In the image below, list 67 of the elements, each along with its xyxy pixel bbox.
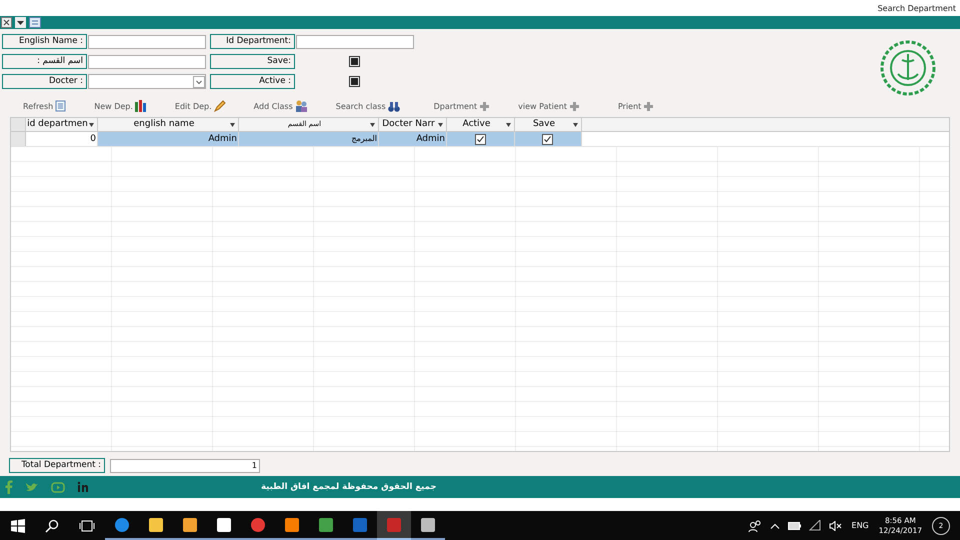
column-header[interactable]: Docter Narr bbox=[379, 118, 447, 131]
toolbar-button[interactable]: Dpartment bbox=[432, 100, 492, 112]
app-icon bbox=[250, 516, 266, 532]
table-cell: Admin bbox=[379, 132, 447, 146]
linkedin-icon[interactable] bbox=[77, 481, 89, 493]
logo-drawing bbox=[880, 40, 936, 96]
field-label: English Name : bbox=[2, 34, 87, 49]
toolbar-button[interactable]: Refresh bbox=[21, 100, 68, 112]
field-label: Save: bbox=[210, 54, 295, 69]
total-field[interactable]: 1 bbox=[110, 458, 260, 472]
task-view-icon[interactable] bbox=[79, 518, 95, 532]
wifi-icon[interactable] bbox=[808, 520, 821, 531]
toolbar-button[interactable]: Add Class bbox=[252, 100, 310, 112]
language-indicator[interactable]: ENG bbox=[852, 521, 869, 530]
column-header[interactable]: english name bbox=[98, 118, 239, 131]
text-field[interactable] bbox=[88, 34, 206, 48]
field-label: Docter : bbox=[2, 74, 87, 89]
app-icon bbox=[182, 516, 198, 532]
field-label: Active : bbox=[210, 74, 295, 89]
app-icon bbox=[216, 516, 232, 532]
windows-icon[interactable] bbox=[11, 518, 25, 532]
checkbox[interactable] bbox=[542, 134, 553, 144]
table-cell: Admin bbox=[98, 132, 239, 146]
checkbox[interactable] bbox=[348, 76, 360, 87]
dropdown-arrow-icon[interactable] bbox=[573, 123, 578, 127]
copyright-text: جميع الحقوق محفوظة لمجمع افاق الطبية bbox=[261, 482, 436, 492]
toolbar-button[interactable]: New Dep. bbox=[92, 100, 149, 112]
toolbar-button[interactable]: Prient bbox=[616, 100, 656, 112]
dropdown-arrow-icon[interactable] bbox=[506, 123, 511, 127]
caret-icon[interactable] bbox=[193, 76, 205, 88]
people-icon bbox=[294, 100, 308, 112]
column-header[interactable]: id departmen bbox=[26, 118, 98, 131]
close-icon[interactable] bbox=[1, 17, 12, 28]
app-icon bbox=[352, 516, 368, 532]
column-header[interactable]: Save bbox=[515, 118, 582, 131]
dropdown-arrow-icon[interactable] bbox=[230, 123, 235, 127]
dropdown-arrow-icon[interactable] bbox=[370, 123, 375, 127]
toolbar-button[interactable]: Search class bbox=[334, 100, 402, 112]
text-field[interactable] bbox=[88, 54, 206, 68]
app-icon bbox=[114, 516, 130, 532]
dropdown-arrow-icon[interactable] bbox=[89, 123, 94, 127]
pencil-icon bbox=[214, 100, 226, 112]
app-icon bbox=[148, 516, 164, 532]
window-title: Search Department bbox=[878, 4, 956, 12]
app-icon bbox=[318, 516, 334, 532]
app-icon bbox=[386, 516, 402, 532]
checkbox[interactable] bbox=[474, 134, 486, 144]
page-icon bbox=[55, 100, 66, 112]
people-icon[interactable] bbox=[748, 520, 762, 532]
table-cell: المبرمج bbox=[239, 132, 379, 146]
app-icon bbox=[284, 516, 300, 532]
taskbar-app[interactable] bbox=[377, 511, 411, 540]
field-label: Id Department: bbox=[210, 34, 295, 49]
app-icon bbox=[420, 516, 436, 532]
chevron-up-icon[interactable] bbox=[770, 522, 780, 528]
search-icon[interactable] bbox=[45, 518, 59, 532]
column-header[interactable]: Active bbox=[447, 118, 515, 131]
toolbar-button[interactable]: view Patient bbox=[516, 100, 582, 112]
dropdown-arrow-icon[interactable] bbox=[438, 123, 443, 127]
binoculars-icon bbox=[388, 100, 400, 112]
field-label: : اسم القسم bbox=[2, 54, 87, 69]
text-field[interactable] bbox=[296, 34, 414, 48]
checkbox[interactable] bbox=[348, 56, 360, 67]
battery-icon[interactable] bbox=[788, 522, 801, 530]
toolbar-button[interactable]: Edit Dep. bbox=[172, 100, 228, 112]
field-label: Total Department : bbox=[9, 458, 105, 473]
volume-muted-icon[interactable] bbox=[828, 520, 842, 530]
